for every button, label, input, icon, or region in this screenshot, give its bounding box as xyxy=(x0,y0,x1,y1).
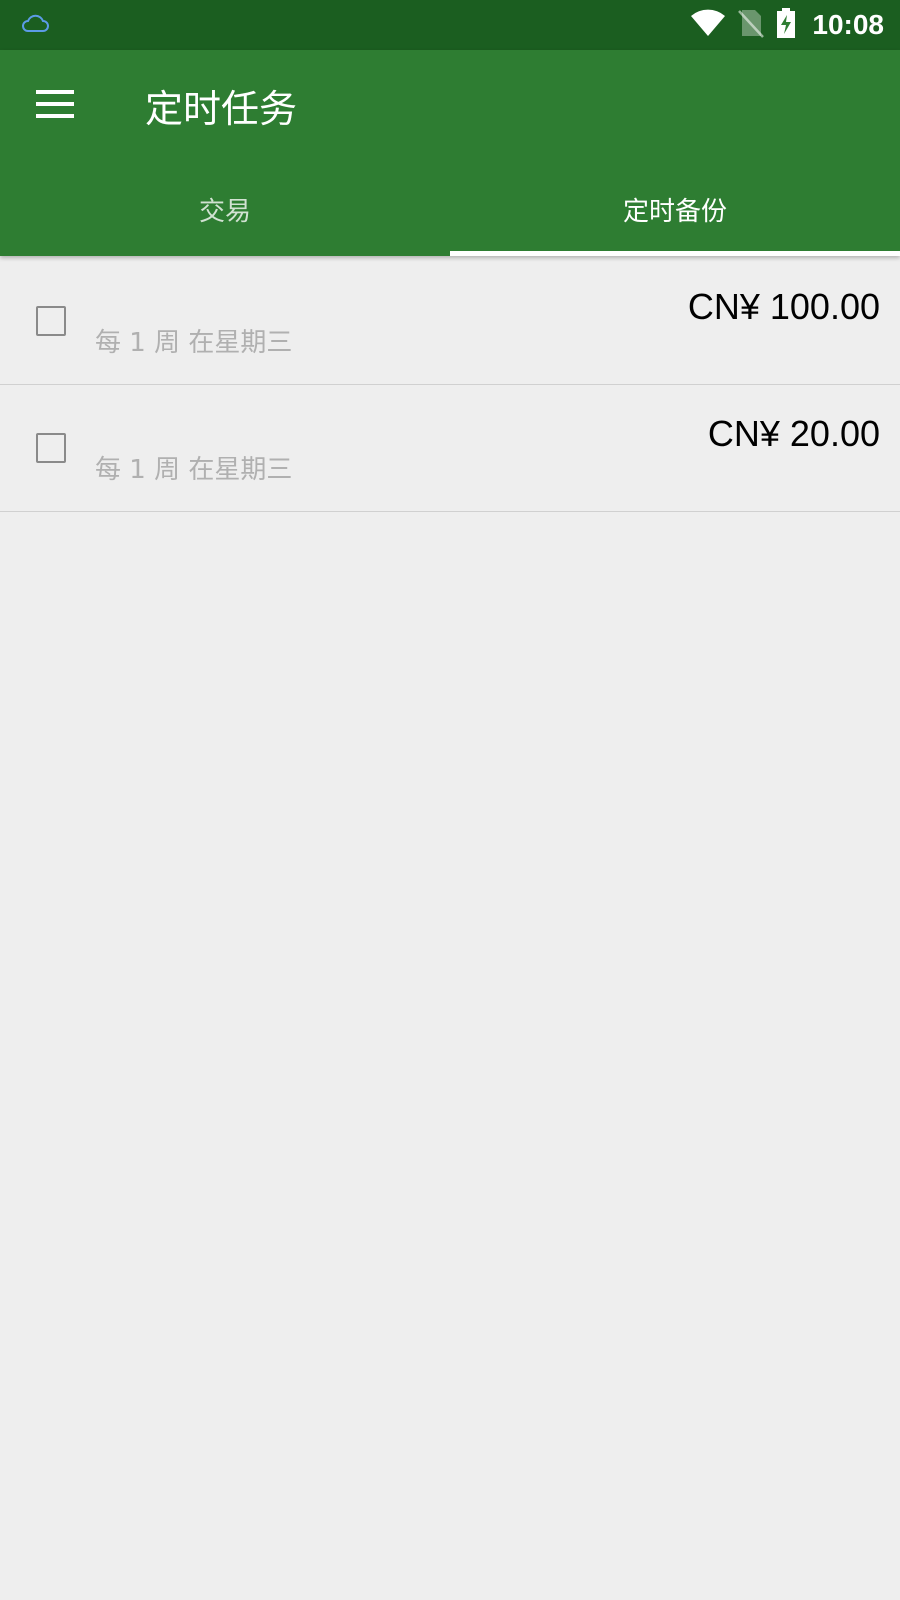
menu-icon[interactable] xyxy=(36,90,76,118)
item-schedule: 每 1 周 在星期三 xyxy=(95,328,293,358)
cloud-icon xyxy=(20,12,50,38)
app-bar: 定时任务 交易 定时备份 xyxy=(0,50,900,256)
status-time: 10:08 xyxy=(812,9,884,40)
item-checkbox[interactable] xyxy=(36,433,66,463)
battery-charging-icon xyxy=(776,8,796,42)
tab-scheduled-backup[interactable]: 定时备份 xyxy=(450,162,900,256)
tab-label: 定时备份 xyxy=(622,196,727,227)
no-sim-icon xyxy=(738,8,765,42)
list-item[interactable]: CN¥ 100.00 每 1 周 在星期三 xyxy=(0,258,900,385)
tab-indicator xyxy=(450,251,900,256)
status-bar: 10:08 xyxy=(0,0,900,50)
list-item[interactable]: CN¥ 20.00 每 1 周 在星期三 xyxy=(0,385,900,512)
tab-transactions[interactable]: 交易 xyxy=(0,162,450,256)
item-amount: CN¥ 100.00 xyxy=(687,286,880,327)
item-schedule: 每 1 周 在星期三 xyxy=(95,455,293,485)
tab-label: 交易 xyxy=(198,196,251,227)
scheduled-list: CN¥ 100.00 每 1 周 在星期三 CN¥ 20.00 每 1 周 在星… xyxy=(0,258,900,512)
page-title: 定时任务 xyxy=(145,87,298,131)
wifi-icon xyxy=(690,9,726,41)
item-checkbox[interactable] xyxy=(36,306,66,336)
item-amount: CN¥ 20.00 xyxy=(707,413,880,454)
tab-bar: 交易 定时备份 xyxy=(0,162,900,256)
